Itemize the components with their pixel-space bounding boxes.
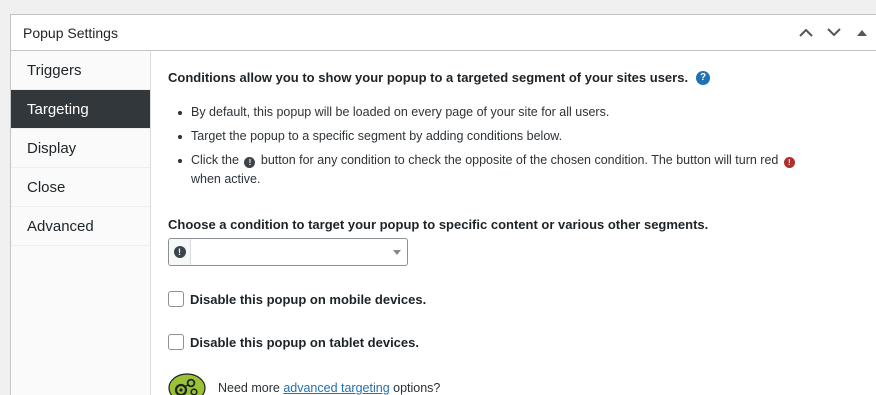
disable-mobile-row: Disable this popup on mobile devices. [168, 291, 426, 307]
targeting-panel: Conditions allow you to show your popup … [168, 51, 866, 395]
not-operand-active-icon: ! [783, 157, 795, 168]
promo-text-post: options? [389, 381, 441, 395]
tab-advanced[interactable]: Advanced [11, 207, 150, 246]
tab-display[interactable]: Display [11, 129, 150, 168]
disable-mobile-checkbox[interactable] [168, 291, 184, 307]
promo-text-pre: Need more [218, 381, 284, 395]
disable-tablet-checkbox[interactable] [168, 334, 184, 350]
condition-selector: ! [168, 238, 408, 266]
help-icon[interactable]: ? [696, 70, 711, 85]
advanced-targeting-link[interactable]: advanced targeting [283, 381, 389, 395]
list-item: Click the ! button for any condition to … [178, 151, 818, 189]
toggle-panel-button[interactable] [848, 15, 876, 50]
info-list: By default, this popup will be loaded on… [178, 103, 818, 194]
disable-tablet-row: Disable this popup on tablet devices. [168, 334, 419, 350]
condition-heading: Choose a condition to target your popup … [168, 217, 709, 232]
dropdown-arrow-icon [393, 250, 401, 255]
triangle-up-icon [857, 29, 867, 36]
not-operand-icon: ! [244, 157, 256, 168]
condition-select[interactable] [191, 239, 407, 265]
bullet-text: button for any condition to check the op… [260, 153, 779, 167]
move-down-button[interactable] [820, 15, 848, 50]
box-header: Popup Settings [11, 15, 876, 51]
handle-actions [792, 15, 876, 50]
move-up-button[interactable] [792, 15, 820, 50]
list-item: By default, this popup will be loaded on… [178, 103, 818, 122]
chevron-down-icon [827, 28, 841, 37]
bullet-text: when active. [191, 172, 261, 186]
tab-targeting[interactable]: Targeting [11, 90, 150, 129]
tab-triggers[interactable]: Triggers [11, 51, 150, 90]
chevron-up-icon [799, 28, 813, 37]
bullet-text: Click the [191, 153, 239, 167]
disable-tablet-label[interactable]: Disable this popup on tablet devices. [190, 335, 419, 350]
targeting-gear-icon [168, 373, 206, 395]
not-operand-toggle[interactable]: ! [169, 239, 191, 265]
tab-close[interactable]: Close [11, 168, 150, 207]
exclamation-icon: ! [173, 246, 186, 258]
settings-tabs: Triggers Targeting Display Close Advance… [11, 51, 151, 395]
advanced-targeting-promo: Need more advanced targeting options? [168, 373, 440, 395]
popup-settings-box: Popup Settings Triggers Targeting Displa… [10, 14, 876, 395]
disable-mobile-label[interactable]: Disable this popup on mobile devices. [190, 292, 426, 307]
intro-text: Conditions allow you to show your popup … [168, 70, 711, 85]
list-item: Target the popup to a specific segment b… [178, 127, 818, 146]
box-title: Popup Settings [23, 25, 118, 41]
intro-label: Conditions allow you to show your popup … [168, 70, 689, 85]
